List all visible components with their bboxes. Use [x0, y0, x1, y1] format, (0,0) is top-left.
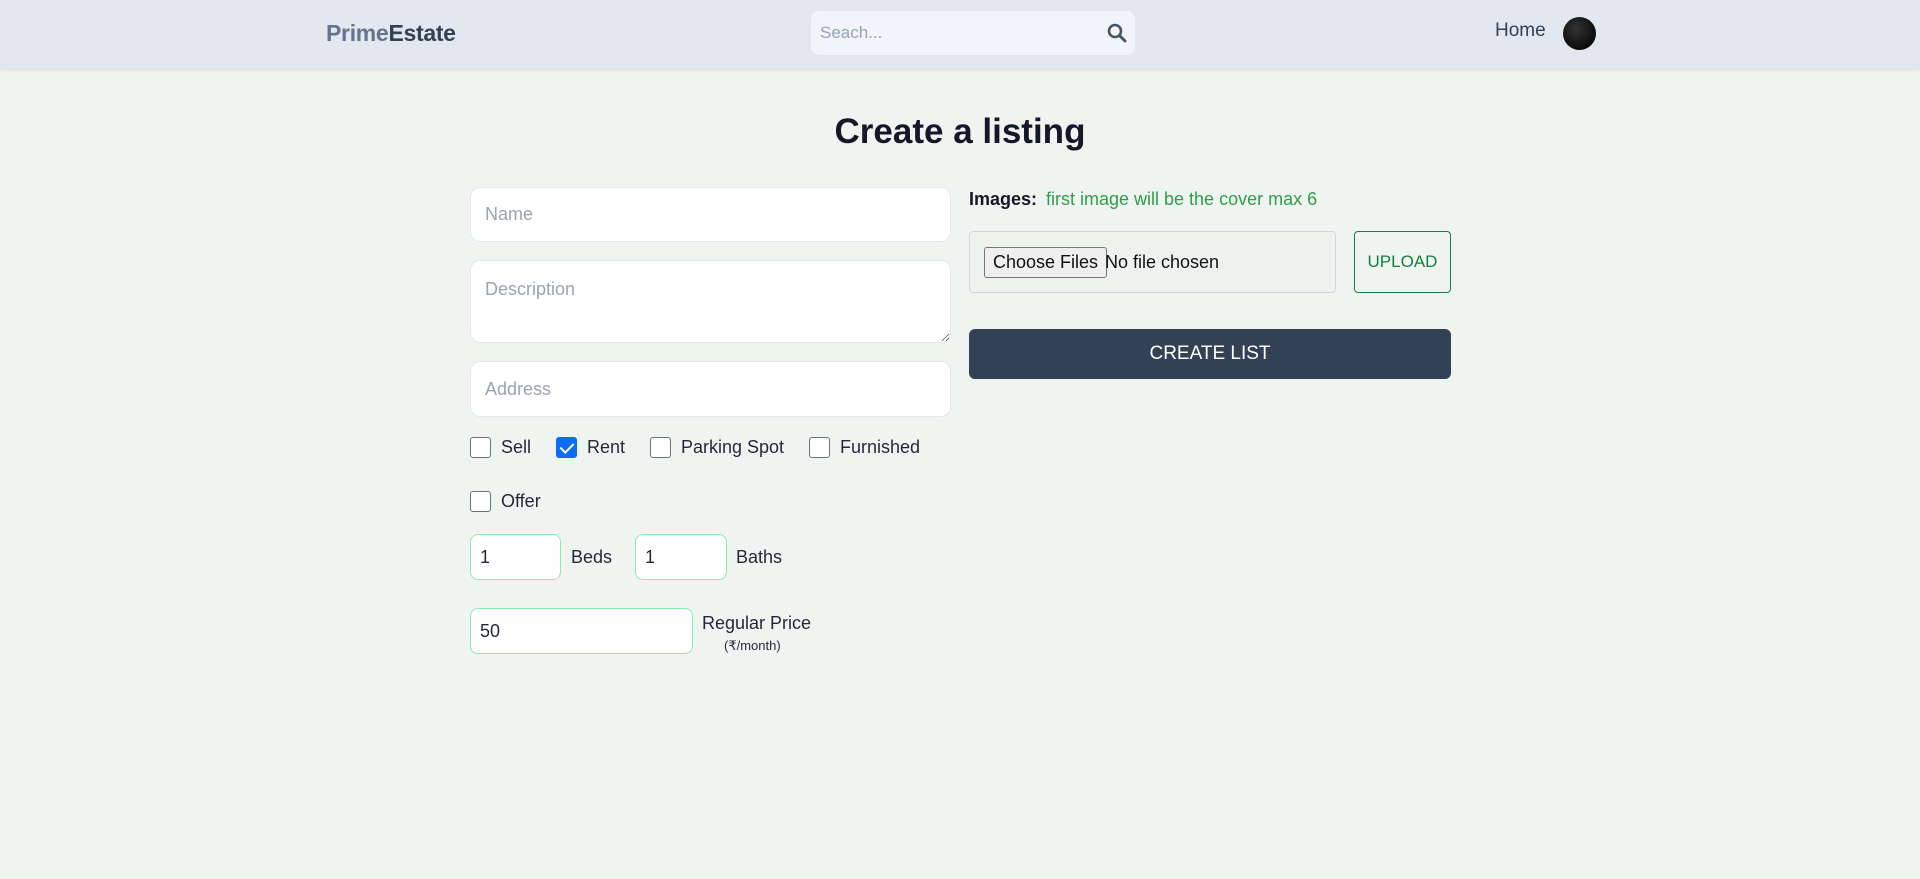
address-field[interactable] [470, 361, 951, 417]
rent-checkbox-box[interactable] [556, 437, 577, 458]
logo-part-estate: Estate [388, 20, 456, 46]
top-nav-bar: PrimeEstate Home [0, 0, 1920, 68]
offer-checkbox-label: Offer [501, 491, 541, 511]
page-title: Create a listing [834, 112, 1086, 151]
description-field[interactable] [470, 260, 951, 343]
sell-checkbox-label: Sell [501, 437, 532, 457]
baths-label: Baths [736, 547, 783, 567]
sell-checkbox-box[interactable] [470, 437, 491, 458]
images-hint: first image will be the cover max 6 [1046, 189, 1318, 209]
beds-label: Beds [571, 547, 613, 567]
images-label: Images: [969, 189, 1038, 209]
offer-checkbox-box[interactable] [470, 491, 491, 512]
baths-input[interactable] [635, 534, 727, 580]
create-list-button[interactable]: CREATE LIST [969, 329, 1451, 379]
furnished-checkbox-label: Furnished [840, 437, 921, 457]
sell-checkbox[interactable]: Sell [470, 437, 531, 458]
parking-spot-checkbox-box[interactable] [650, 437, 671, 458]
offer-checkbox[interactable]: Offer [470, 491, 541, 512]
brand-logo[interactable]: PrimeEstate [326, 20, 456, 47]
choose-files-button[interactable]: Choose Files [984, 247, 1108, 278]
furnished-checkbox-box[interactable] [809, 437, 830, 458]
upload-button[interactable]: UPLOAD [1354, 231, 1451, 293]
parking-spot-checkbox-label: Parking Spot [681, 437, 785, 457]
beds-input[interactable] [470, 534, 561, 580]
search-input[interactable] [811, 11, 1091, 55]
user-avatar[interactable] [1563, 17, 1596, 50]
regular-price-label: Regular Price [702, 613, 812, 633]
nav-home-link[interactable]: Home [1495, 20, 1546, 42]
file-status-text: No file chosen [1105, 252, 1220, 272]
furnished-checkbox[interactable]: Furnished [809, 437, 920, 458]
search-icon[interactable] [1107, 23, 1127, 43]
file-picker[interactable]: Choose Files No file chosen [969, 231, 1336, 293]
price-unit-label: (₹/month) [724, 638, 781, 653]
rent-checkbox-label: Rent [587, 437, 626, 457]
search-bar [811, 11, 1135, 55]
logo-part-prime: Prime [326, 20, 389, 46]
regular-price-input[interactable] [470, 608, 693, 654]
parking-spot-checkbox[interactable]: Parking Spot [650, 437, 784, 458]
rent-checkbox[interactable]: Rent [556, 437, 625, 458]
name-field[interactable] [470, 187, 951, 242]
